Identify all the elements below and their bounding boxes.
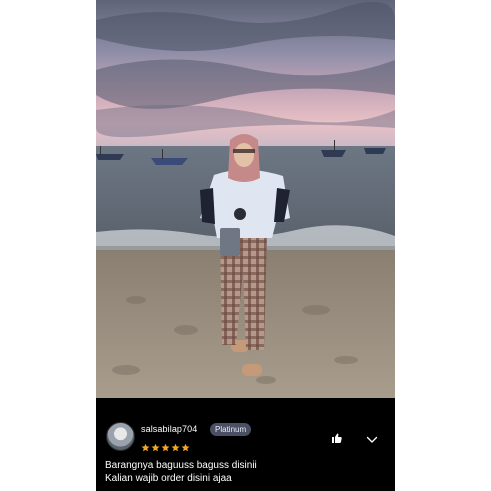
reviewer-username[interactable]: salsabilap704	[141, 424, 197, 434]
star-icon	[151, 443, 160, 452]
avatar[interactable]	[106, 422, 135, 451]
review-media-card: salsabilap704 Platinum Barangnya baguuss…	[96, 0, 395, 491]
review-photo[interactable]	[96, 0, 395, 398]
membership-badge: Platinum	[210, 423, 252, 436]
review-comment-line: Barangnya baguuss baguss disinii	[105, 460, 257, 471]
star-icon	[181, 443, 190, 452]
star-icon	[161, 443, 170, 452]
review-comment-line: Kalian wajib order disini ajaa	[105, 473, 232, 484]
expand-button[interactable]	[366, 432, 378, 443]
review-section: salsabilap704 Platinum Barangnya baguuss…	[96, 398, 395, 491]
star-rating	[141, 439, 191, 452]
thumbs-up-icon	[332, 433, 342, 443]
chevron-down-icon	[366, 436, 378, 443]
star-icon	[171, 443, 180, 452]
star-icon	[141, 443, 150, 452]
like-button[interactable]	[331, 431, 343, 443]
review-comment: Barangnya baguuss baguss disinii Kalian …	[105, 459, 387, 485]
